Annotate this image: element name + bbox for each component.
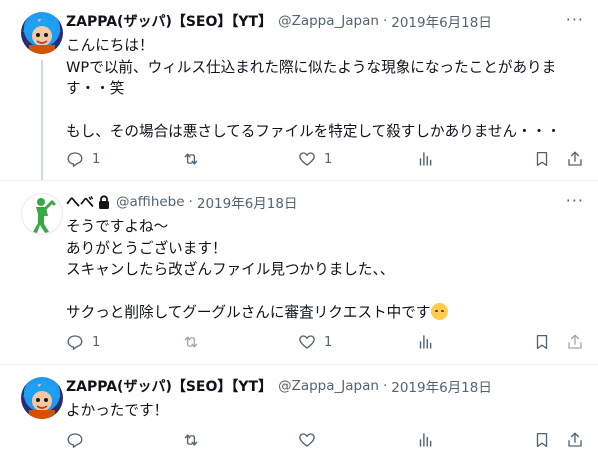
tweet-date[interactable]: 2019年6月18日 — [197, 192, 298, 212]
share-icon — [568, 334, 582, 349]
bookmark-icon — [536, 334, 548, 350]
views-icon — [419, 335, 432, 349]
text-line — [66, 281, 586, 303]
views-button[interactable] — [416, 429, 434, 451]
reply-icon — [67, 335, 83, 351]
text-line — [66, 100, 586, 122]
tweet-date[interactable]: 2019年6月18日 — [391, 11, 492, 31]
text-line: そうですよね〜 — [66, 218, 169, 235]
separator: · — [188, 194, 193, 210]
heart-icon — [299, 152, 315, 166]
author-name[interactable]: ZAPPA(ザッパ)【SEO】【YT】 — [66, 11, 272, 31]
retweet-icon — [184, 434, 198, 446]
tweet-actions — [66, 429, 586, 451]
share-icon — [568, 151, 582, 166]
tweet-actions: 1 1 — [66, 148, 586, 170]
bookmark-button[interactable] — [533, 148, 551, 170]
heart-icon — [299, 335, 315, 349]
separator: · — [382, 378, 388, 394]
text-line: ありがとうございます！ — [66, 239, 227, 257]
text-line: サクっと削除してグーグルさんに審査リクエスト中です — [66, 302, 586, 324]
avatar[interactable] — [21, 377, 63, 419]
reply-button[interactable]: 1 — [66, 331, 100, 353]
separator: · — [382, 13, 388, 29]
text-line: こんにちは！ — [66, 37, 154, 54]
views-button[interactable] — [416, 148, 434, 170]
reply-icon — [67, 152, 83, 168]
reply-count: 1 — [92, 334, 101, 350]
share-button[interactable] — [566, 148, 584, 170]
share-icon — [568, 432, 582, 447]
tweet-date[interactable]: 2019年6月18日 — [391, 376, 492, 396]
like-button[interactable] — [298, 429, 316, 451]
tweet[interactable]: ZAPPA(ザッパ)【SEO】【YT】 @Zappa_Japan · 2019年… — [0, 365, 598, 461]
views-icon — [419, 433, 432, 447]
retweet-icon — [184, 153, 198, 165]
tweet[interactable]: ZAPPA(ザッパ)【SEO】【YT】 @Zappa_Japan · 2019年… — [0, 0, 598, 180]
reply-count: 1 — [92, 151, 101, 167]
bookmark-button[interactable] — [533, 331, 551, 353]
text-line: す・・笑 — [66, 80, 125, 98]
like-button[interactable]: 1 — [298, 148, 332, 170]
tweet[interactable]: へべ @affihebe · 2019年6月18日 ··· そうですよね〜 あり… — [0, 181, 598, 364]
avatar[interactable] — [21, 193, 63, 235]
retweet-button — [182, 331, 208, 353]
author-handle[interactable]: @affihebe — [116, 194, 185, 210]
share-button — [566, 331, 584, 353]
reply-icon — [67, 433, 83, 449]
bookmark-button[interactable] — [533, 429, 551, 451]
text-line-content: サクっと削除してグーグルさんに審査リクエスト中です — [66, 304, 431, 322]
author-handle[interactable]: @Zappa_Japan — [278, 13, 379, 29]
lock-icon — [99, 195, 109, 209]
tweet-text: こんにちは！ WPで以前、ウィルス仕込まれた際に似たような現象になったことがあり… — [66, 35, 586, 143]
bookmark-icon — [536, 432, 548, 448]
author-handle[interactable]: @Zappa_Japan — [278, 378, 379, 394]
reply-button[interactable]: 1 — [66, 148, 100, 170]
share-button[interactable] — [566, 429, 584, 451]
tweet-actions: 1 1 — [66, 331, 586, 353]
retweet-button[interactable] — [182, 148, 208, 170]
text-line: スキャンしたら改ざんファイル見つかりました、、 — [66, 261, 395, 279]
heart-icon — [299, 433, 315, 447]
like-button[interactable]: 1 — [298, 331, 332, 353]
views-icon — [419, 152, 432, 166]
avatar[interactable] — [21, 12, 63, 54]
tweet-text: そうですよね〜 ありがとうございます！ スキャンしたら改ざんファイル見つかりまし… — [66, 216, 586, 324]
author-name[interactable]: ZAPPA(ザッパ)【SEO】【YT】 — [66, 376, 272, 396]
reply-button[interactable] — [66, 429, 84, 451]
grinning-sweat-emoji-icon — [431, 303, 449, 321]
text-line: WPで以前、ウィルス仕込まれた際に似たような現象になったことがありま — [66, 58, 557, 76]
like-count: 1 — [324, 334, 333, 350]
more-options-icon[interactable]: ··· — [566, 10, 584, 29]
more-options-icon[interactable]: ··· — [566, 191, 584, 210]
text-line: よかったです！ — [66, 402, 169, 419]
bookmark-icon — [536, 151, 548, 167]
retweet-icon — [184, 336, 198, 348]
author-name[interactable]: へべ — [66, 192, 94, 212]
text-line: もし、その場合は悪さしてるファイルを特定して殺すしかありません・・・ — [66, 123, 561, 141]
like-count: 1 — [324, 151, 333, 167]
retweet-button[interactable] — [182, 429, 200, 451]
conversation-thread: ZAPPA(ザッパ)【SEO】【YT】 @Zappa_Japan · 2019年… — [0, 0, 598, 461]
views-button[interactable] — [416, 331, 434, 353]
tweet-text: よかったです！ — [66, 400, 586, 422]
thread-line — [41, 60, 43, 180]
